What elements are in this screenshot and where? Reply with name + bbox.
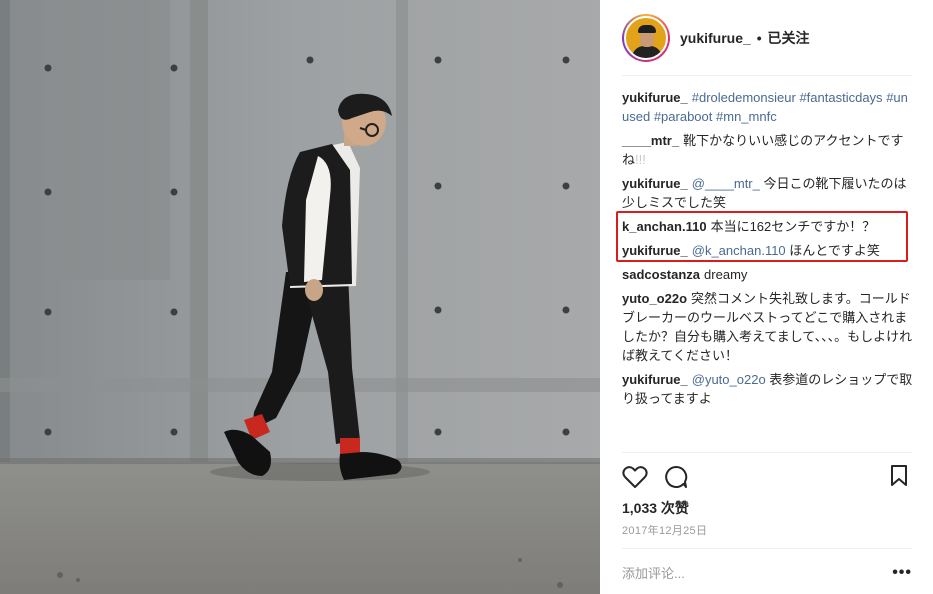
post-date: 2017年12月25日 (622, 525, 708, 537)
header-separator: • (756, 30, 762, 46)
comment-item: yukifurue_ @yuto_o22o 表参道のレショップで取り扱ってますよ (622, 370, 914, 408)
add-comment-input[interactable] (622, 565, 822, 581)
comment-username[interactable]: yukifurue_ (622, 90, 688, 105)
comments-divider (622, 452, 912, 453)
action-bar (622, 465, 912, 491)
comment-item: ____mtr_ 靴下かなりいい感じのアクセントですね!!! (622, 131, 914, 169)
comment-item: yuto_o22o 突然コメント失礼致します。コールドブレーカーのウールベストって… (622, 289, 914, 365)
add-comment-row: ••• (622, 562, 912, 584)
comment-faded-text: !!! (635, 152, 646, 167)
more-options-button[interactable]: ••• (892, 564, 912, 582)
likes-count[interactable]: 1,033 次赞 (622, 498, 689, 518)
comment-username[interactable]: ____mtr_ (622, 133, 679, 148)
post-header: yukifurue_ • 已关注 (622, 12, 912, 64)
hashtag-link[interactable]: #droledemonsieur (692, 90, 796, 105)
avatar[interactable] (622, 14, 670, 62)
hashtag-link[interactable]: #mn_mnfc (716, 109, 777, 124)
follow-status-button[interactable]: 已关注 (768, 30, 810, 46)
hashtag-link[interactable]: #fantasticdays (799, 90, 882, 105)
comment-icon[interactable] (664, 465, 688, 489)
comment-username[interactable]: yukifurue_ (622, 372, 688, 387)
photo-illustration (0, 0, 600, 594)
comment-item: yukifurue_ #droledemonsieur #fantasticday… (622, 88, 914, 126)
highlight-annotation-box (616, 211, 908, 262)
bookmark-icon[interactable] (890, 465, 908, 487)
mention-link[interactable]: @____mtr_ (692, 176, 760, 191)
post-details-panel: yukifurue_ • 已关注 yukifurue_ #droledemonsi… (600, 0, 933, 594)
heart-icon[interactable] (622, 465, 648, 489)
comment-item: sadcostanza dreamy (622, 265, 914, 284)
comment-item: yukifurue_ @____mtr_ 今日この靴下履いたのは少しミスでした笑 (622, 174, 914, 212)
header-divider (622, 75, 912, 76)
post-photo[interactable] (0, 0, 600, 594)
mention-link[interactable]: @yuto_o22o (692, 372, 766, 387)
comment-username[interactable]: sadcostanza (622, 267, 700, 282)
comment-username[interactable]: yukifurue_ (622, 176, 688, 191)
comment-username[interactable]: yuto_o22o (622, 291, 687, 306)
comment-text: dreamy (704, 267, 748, 282)
hashtag-link[interactable]: #paraboot (654, 109, 713, 124)
header-username[interactable]: yukifurue_ (680, 30, 751, 46)
header-text: yukifurue_ • 已关注 (680, 28, 810, 48)
footer-divider (622, 548, 912, 549)
